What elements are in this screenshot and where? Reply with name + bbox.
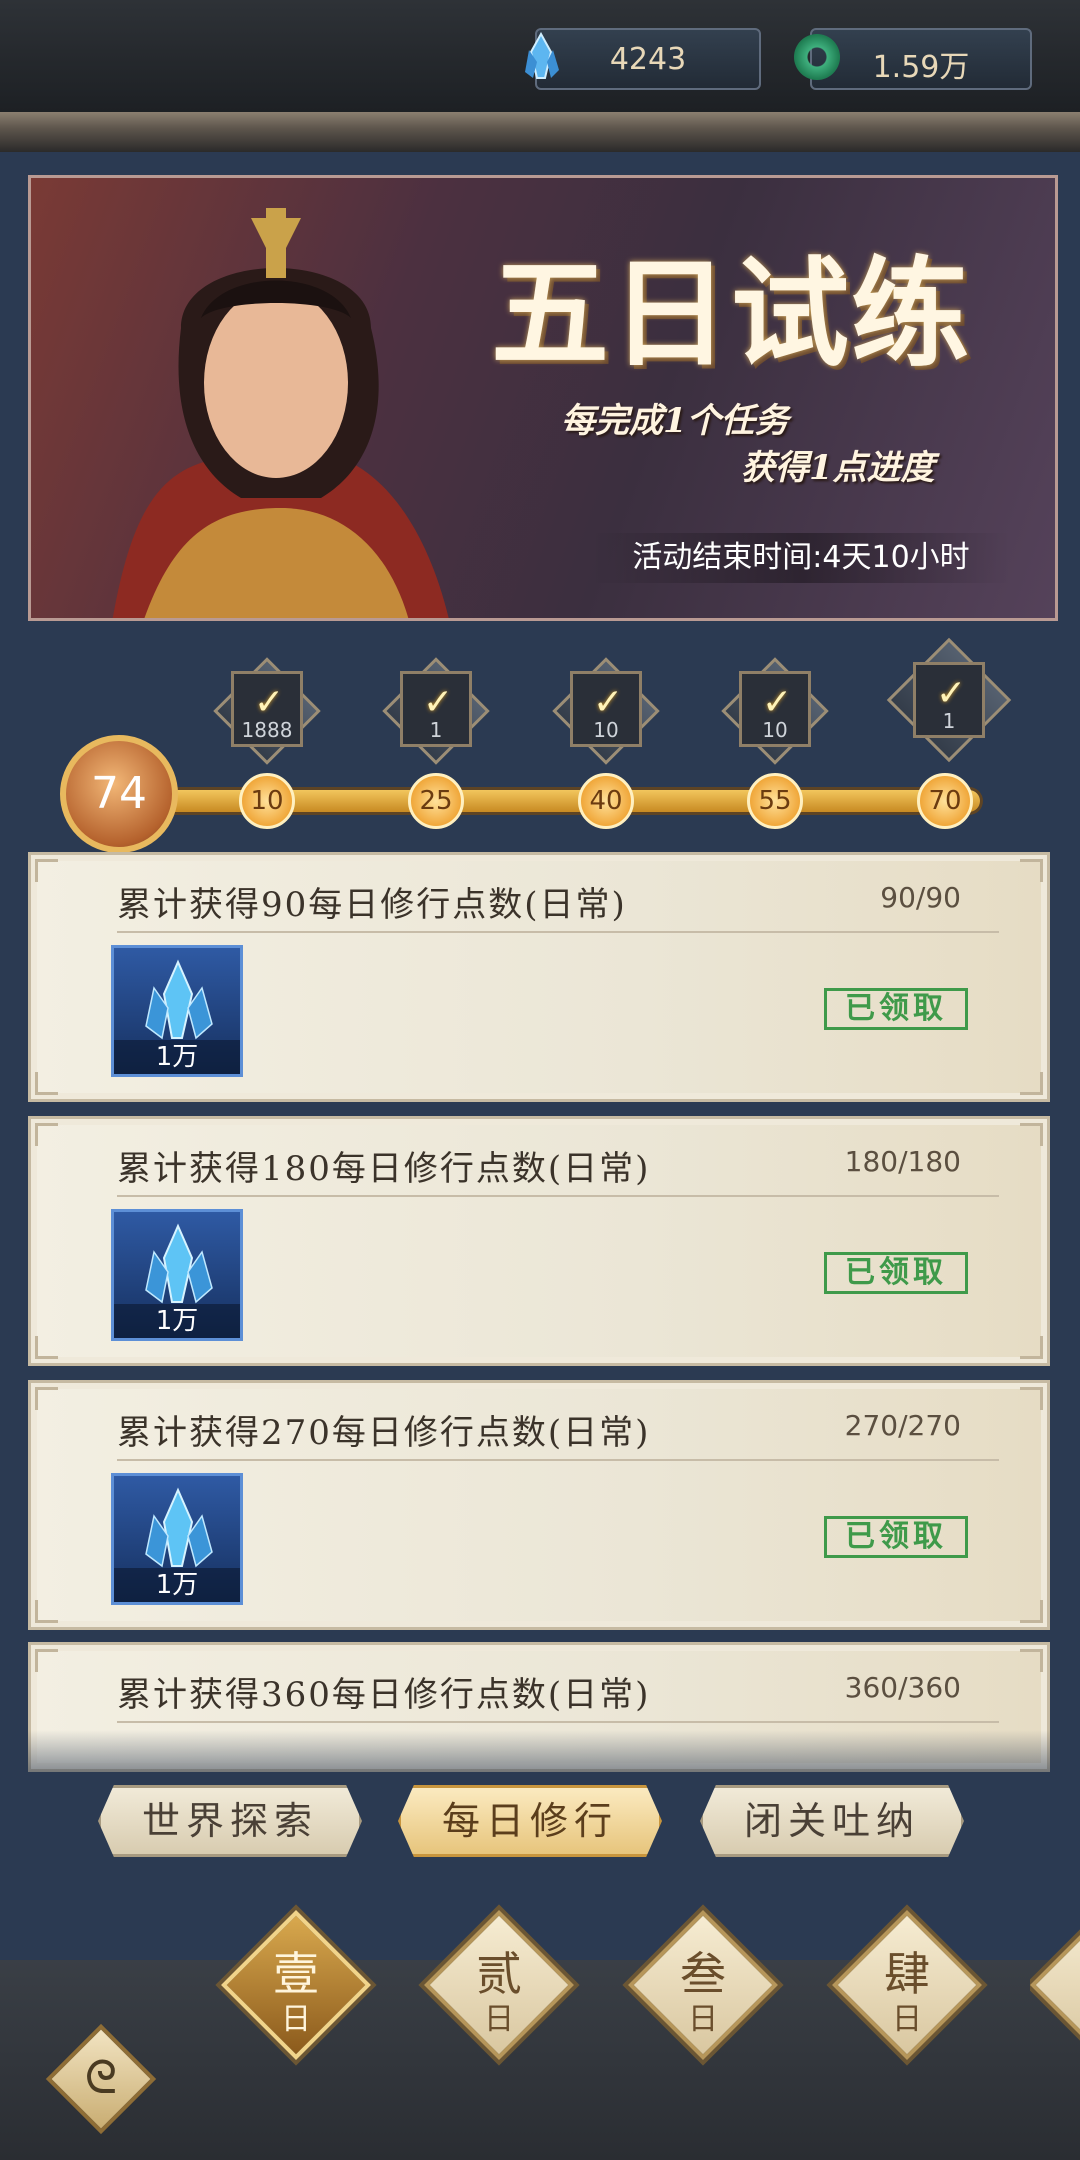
event-title: 五日试练 — [491, 244, 972, 383]
day-3-button[interactable]: 叁 日 — [628, 1910, 778, 2060]
day-2-suffix: 日 — [484, 2002, 514, 2037]
event-banner: 五日试练 每完成1个任务 获得1点进度 活动结束时间:4天10小时 — [28, 175, 1058, 621]
gem-amount: 4243 — [609, 42, 687, 77]
crystal-icon — [145, 1487, 213, 1568]
reward-count: 1 — [942, 709, 956, 733]
task-card: 累计获得90每日修行点数(日常) 90/90 1万 已领取 — [28, 852, 1050, 1102]
tab-daily-practice[interactable]: 每日修行 — [398, 1785, 662, 1857]
milestone-reward-2[interactable]: ✓ 1 — [380, 655, 492, 767]
day-3-suffix: 日 — [688, 2002, 718, 2037]
tab-closed-meditation[interactable]: 闭关吐纳 — [700, 1785, 964, 1857]
progress-level-badge: 74 — [60, 735, 178, 853]
milestone-reward-4[interactable]: ✓ 10 — [719, 655, 831, 767]
gem-currency[interactable]: 4243 — [525, 28, 761, 90]
reward-count: 10 — [593, 718, 619, 742]
progress-node-70: 70 — [917, 773, 973, 829]
day-2-button[interactable]: 贰 日 — [424, 1910, 574, 2060]
swirl-icon: ᘓ — [84, 2050, 118, 2104]
task-progress: 180/180 — [844, 1145, 961, 1178]
claimed-stamp: 已领取 — [824, 988, 968, 1030]
reward-quantity: 1万 — [114, 1304, 240, 1338]
task-card: 累计获得180每日修行点数(日常) 180/180 1万 已领取 — [28, 1116, 1050, 1366]
day-1-button[interactable]: 壹 日 — [221, 1910, 371, 2060]
task-progress: 270/270 — [844, 1409, 961, 1442]
crystal-icon — [145, 1223, 213, 1304]
tab-world-explore[interactable]: 世界探索 — [98, 1785, 362, 1857]
progress-node-25: 25 — [408, 773, 464, 829]
task-title: 累计获得270每日修行点数(日常) — [117, 1413, 651, 1453]
day-4-button[interactable]: 肆 日 — [832, 1910, 982, 2060]
task-title: 累计获得180每日修行点数(日常) — [117, 1149, 651, 1189]
milestone-reward-1[interactable]: ✓ 1888 — [211, 655, 323, 767]
reward-quantity: 1万 — [114, 1568, 240, 1602]
crystal-icon — [145, 959, 213, 1040]
check-icon: ✓ — [254, 682, 285, 723]
task-progress: 360/360 — [844, 1671, 961, 1704]
reward-count: 1 — [429, 718, 443, 742]
reward-item[interactable]: 1万 — [111, 945, 243, 1077]
check-icon: ✓ — [936, 673, 967, 714]
progress-node-10: 10 — [239, 773, 295, 829]
task-title: 累计获得90每日修行点数(日常) — [117, 885, 627, 925]
check-icon: ✓ — [593, 682, 624, 723]
task-card: 累计获得270每日修行点数(日常) 270/270 1万 已领取 — [28, 1380, 1050, 1630]
day-1-suffix: 日 — [281, 2002, 311, 2037]
reward-count: 10 — [762, 718, 788, 742]
jade-amount: 1.59万 — [872, 50, 970, 85]
menu-button[interactable]: ᘓ — [45, 2023, 157, 2135]
reward-item[interactable]: 1万 — [111, 1473, 243, 1605]
day-4-suffix: 日 — [892, 2002, 922, 2037]
claimed-stamp: 已领取 — [824, 1252, 968, 1294]
event-end-time: 活动结束时间:4天10小时 — [591, 533, 1011, 583]
hero-portrait — [112, 208, 449, 618]
milestone-reward-5[interactable]: ✓ 1 — [886, 637, 1012, 763]
jade-currency[interactable]: 1.59万 — [794, 28, 1032, 90]
reward-quantity: 1万 — [114, 1040, 240, 1074]
day-5-button[interactable] — [1030, 1910, 1080, 2060]
task-progress: 90/90 — [880, 881, 961, 914]
check-icon: ✓ — [423, 682, 454, 723]
progress-node-40: 40 — [578, 773, 634, 829]
progress-node-55: 55 — [747, 773, 803, 829]
reward-item[interactable]: 1万 — [111, 1209, 243, 1341]
event-subtitle-2: 获得1点进度 — [741, 448, 935, 488]
divider — [117, 1721, 999, 1723]
reward-count: 1888 — [241, 718, 293, 742]
event-subtitle-1: 每完成1个任务 — [561, 401, 789, 441]
divider — [117, 931, 999, 933]
milestone-reward-3[interactable]: ✓ 10 — [550, 655, 662, 767]
claimed-stamp: 已领取 — [824, 1516, 968, 1558]
task-title: 累计获得360每日修行点数(日常) — [117, 1675, 651, 1715]
check-icon: ✓ — [762, 682, 793, 723]
divider — [117, 1459, 999, 1461]
divider — [117, 1195, 999, 1197]
